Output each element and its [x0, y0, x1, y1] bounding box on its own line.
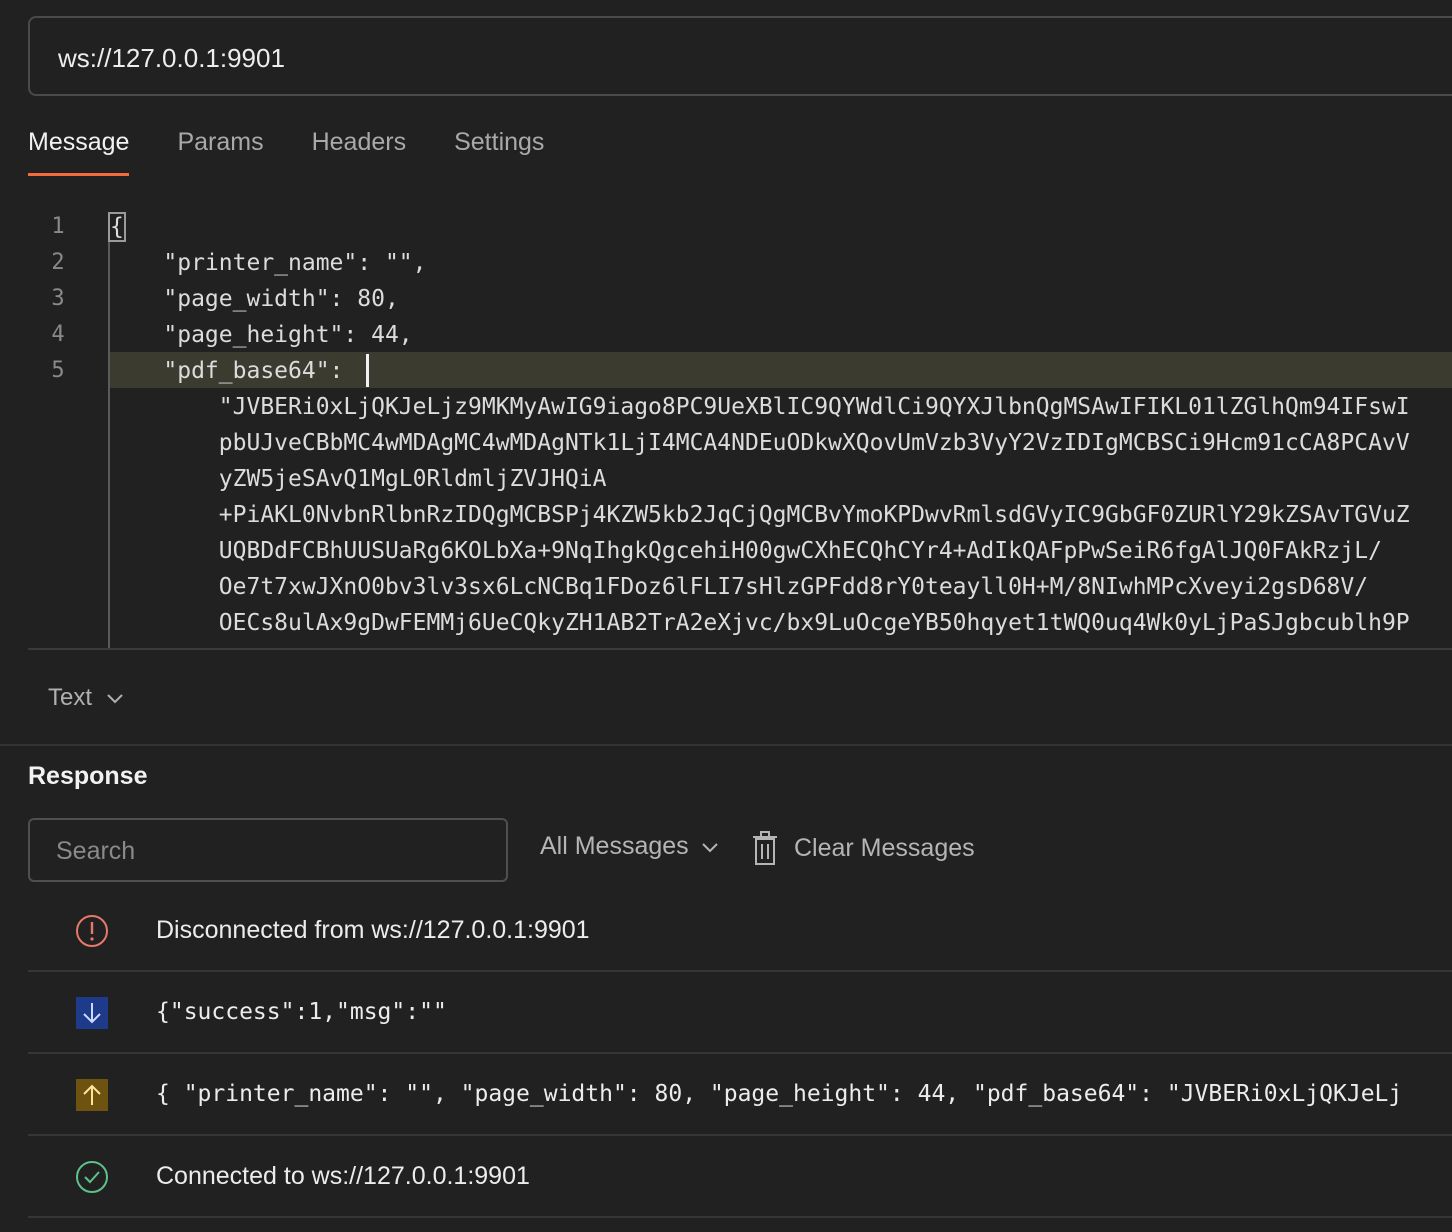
- line-number: 5: [51, 358, 65, 383]
- request-tabs: Message Params Headers Settings: [28, 118, 592, 178]
- code-line-4: "page_height": 44,: [108, 322, 413, 348]
- code-line-2: "printer_name": "",: [108, 250, 427, 276]
- code-line-wrapped: yZW5jeSAvQ1MgL0RldmljZVJHQiA: [108, 466, 607, 492]
- clear-messages-label: Clear Messages: [794, 833, 975, 862]
- code-line-wrapped: OECs8ulAx9gDwFEMMj6UeCQkyZH1AB2TrA2eXjvc…: [108, 610, 1410, 636]
- tab-settings[interactable]: Settings: [454, 118, 544, 176]
- message-editor[interactable]: 1 2 3 4 5 { "printer_name": "", "page_wi…: [28, 206, 1452, 648]
- message-row-connected[interactable]: Connected to ws://127.0.0.1:9901: [28, 1136, 1452, 1218]
- line-number-gutter: 1 2 3 4 5: [28, 206, 108, 648]
- code-line-wrapped: +PiAKL0NvbnRlbnRzIDQgMCBSPj4KZW5kb2JqCjQ…: [108, 502, 1410, 528]
- format-label: Text: [48, 684, 93, 711]
- code-line-3: "page_width": 80,: [108, 286, 399, 312]
- code-line-wrapped: "JVBERi0xLjQKJeLjz9MKMyAwIG9iago8PC9UeXB…: [108, 394, 1410, 420]
- url-input[interactable]: [56, 40, 1436, 76]
- code-line-wrapped: Oe7t7xwJXnO0bv3lv3sx6LcNCBq1FDoz6lFLI7sH…: [108, 574, 1369, 600]
- search-input[interactable]: [54, 834, 484, 868]
- tab-message[interactable]: Message: [28, 118, 130, 176]
- chevron-down-icon: [106, 684, 124, 712]
- code-line-5: "pdf_base64":: [108, 358, 358, 384]
- message-format-dropdown[interactable]: Text: [48, 680, 124, 716]
- tab-headers[interactable]: Headers: [312, 118, 407, 176]
- trash-icon: [753, 831, 777, 865]
- line-number: 2: [51, 250, 65, 275]
- message-row-sent[interactable]: { "printer_name": "", "page_width": 80, …: [28, 1054, 1452, 1136]
- text-caret: [366, 354, 369, 387]
- check-circle-icon: [76, 1161, 108, 1193]
- arrow-up-icon: [76, 1079, 108, 1111]
- code-line-wrapped: pbUJveCBbMC4wMDAgMC4wMDAgNTk1LjI4MCA4NDE…: [108, 430, 1410, 456]
- alert-circle-icon: [76, 915, 108, 947]
- search-box[interactable]: [28, 818, 508, 882]
- line-number: 4: [51, 322, 65, 347]
- matched-brace: {: [108, 212, 126, 242]
- code-line-1: {: [108, 209, 126, 245]
- chevron-down-icon: [701, 832, 719, 861]
- url-bar[interactable]: [28, 16, 1452, 96]
- message-text: { "printer_name": "", "page_width": 80, …: [156, 1081, 1403, 1107]
- message-row-received[interactable]: {"success":1,"msg":"": [28, 972, 1452, 1054]
- editor-divider: [28, 648, 1452, 650]
- line-number: 3: [51, 286, 65, 311]
- section-divider: [0, 744, 1452, 746]
- message-text: {"success":1,"msg":"": [156, 999, 447, 1025]
- message-text: Disconnected from ws://127.0.0.1:9901: [156, 916, 590, 944]
- code-line-wrapped: UQBDdFCBhUUSUaRg6KOLbXa+9NqIhgkQgcehiH00…: [108, 538, 1382, 564]
- message-text: Connected to ws://127.0.0.1:9901: [156, 1162, 530, 1190]
- response-title: Response: [28, 762, 148, 790]
- clear-messages-button[interactable]: Clear Messages: [752, 830, 975, 866]
- filter-label: All Messages: [540, 832, 689, 860]
- arrow-down-icon: [76, 997, 108, 1029]
- tab-params[interactable]: Params: [177, 118, 263, 176]
- line-number: 1: [51, 214, 65, 239]
- message-filter-dropdown[interactable]: All Messages: [540, 832, 719, 861]
- message-row-disconnected[interactable]: Disconnected from ws://127.0.0.1:9901: [28, 890, 1452, 972]
